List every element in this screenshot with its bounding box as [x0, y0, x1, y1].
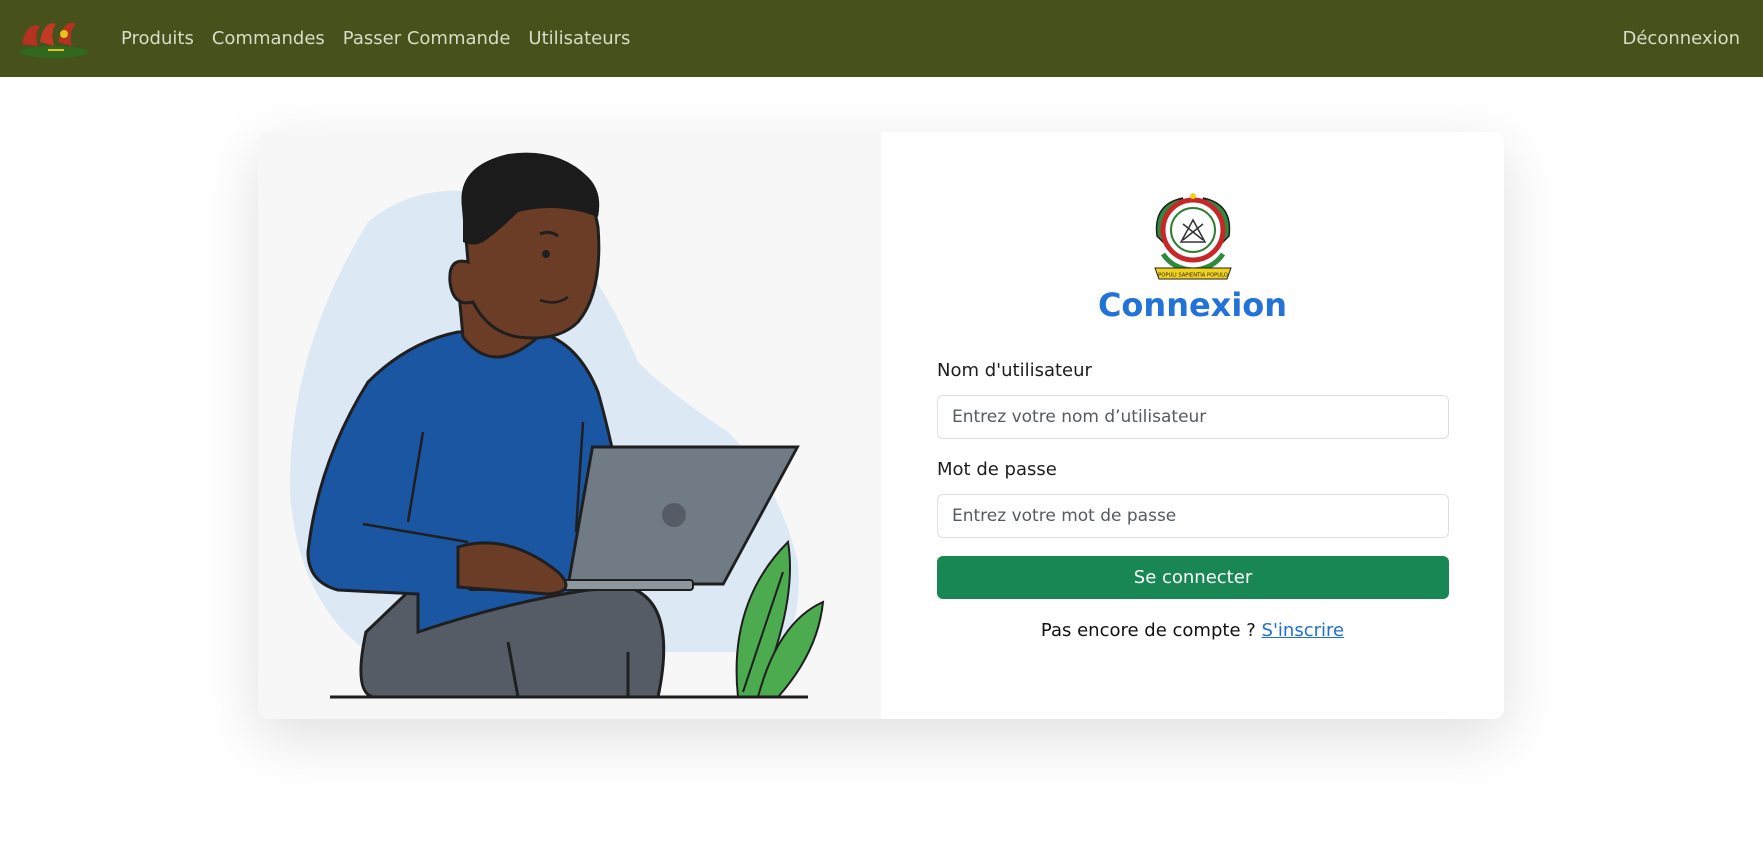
login-title: Connexion — [1097, 286, 1288, 324]
national-emblem: POPULI SAPIENTIA POPULO — [1154, 193, 1232, 280]
top-navbar: Produits Commandes Passer Commande Utili… — [0, 0, 1763, 77]
illustration-panel — [258, 132, 881, 719]
nav-link-utilisateurs[interactable]: Utilisateurs — [519, 28, 639, 49]
login-submit-button[interactable]: Se connecter — [937, 556, 1449, 599]
password-input[interactable] — [937, 494, 1449, 538]
svg-text:POPULI SAPIENTIA POPULO: POPULI SAPIENTIA POPULO — [1158, 273, 1228, 279]
main-nav: Produits Commandes Passer Commande Utili… — [112, 0, 639, 77]
nav-link-passer-commande[interactable]: Passer Commande — [334, 28, 520, 49]
password-label: Mot de passe — [937, 459, 1057, 480]
person-with-laptop-illustration — [289, 152, 825, 699]
login-form-panel: POPULI SAPIENTIA POPULO Connexion Nom d'… — [881, 132, 1504, 719]
signup-row: Pas encore de compte ? S'inscrire — [881, 620, 1504, 641]
signup-link[interactable]: S'inscrire — [1262, 620, 1345, 641]
login-card: POPULI SAPIENTIA POPULO Connexion Nom d'… — [258, 132, 1504, 719]
logout-link[interactable]: Déconnexion — [1623, 0, 1741, 77]
nav-link-produits[interactable]: Produits — [112, 28, 203, 49]
username-label: Nom d'utilisateur — [937, 360, 1092, 381]
signup-prompt: Pas encore de compte ? — [1040, 620, 1256, 641]
nav-link-commandes[interactable]: Commandes — [203, 28, 334, 49]
brand-logo[interactable] — [14, 12, 94, 62]
username-input[interactable] — [937, 395, 1449, 439]
